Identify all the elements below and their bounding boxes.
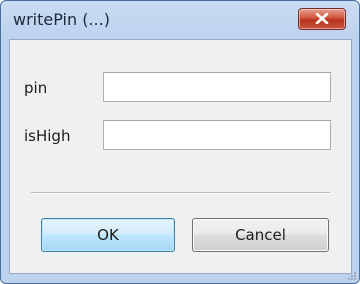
- dialog-window: writePin (...) pin isHigh OK Cancel: [0, 0, 360, 284]
- close-icon: [315, 13, 329, 24]
- resize-grip-icon[interactable]: [347, 271, 357, 281]
- cancel-button[interactable]: Cancel: [192, 218, 329, 252]
- close-button[interactable]: [298, 8, 346, 30]
- pin-label: pin: [24, 79, 48, 97]
- ishigh-label: isHigh: [24, 127, 71, 145]
- window-title: writePin (...): [13, 10, 110, 29]
- ok-button[interactable]: OK: [41, 218, 175, 252]
- dialog-body: pin isHigh OK Cancel: [9, 39, 352, 274]
- ishigh-input[interactable]: [103, 120, 331, 150]
- title-bar[interactable]: writePin (...): [1, 1, 359, 39]
- pin-input[interactable]: [103, 72, 331, 102]
- divider: [31, 192, 330, 194]
